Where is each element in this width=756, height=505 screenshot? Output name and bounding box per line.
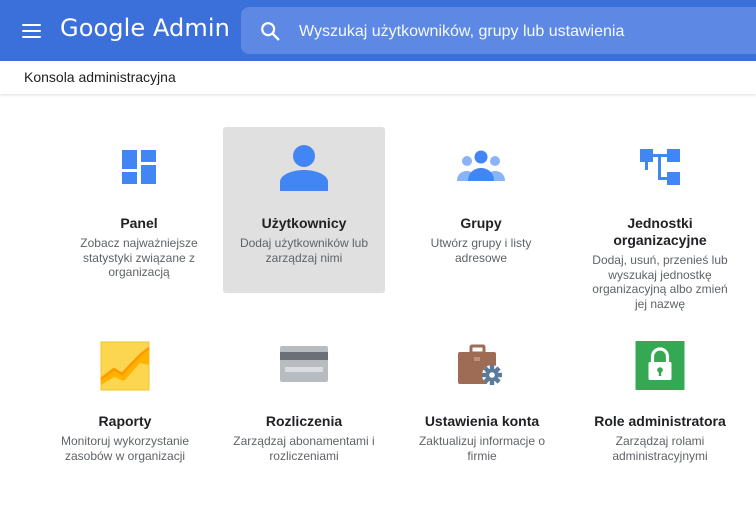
card-title: Panel — [120, 215, 158, 231]
main-menu-icon[interactable] — [16, 17, 44, 45]
card-reports[interactable]: Raporty Monitoruj wykorzystanie zasobów … — [44, 325, 206, 495]
card-description: Dodaj użytkowników lub zarządzaj nimi — [239, 236, 369, 265]
card-account-settings[interactable]: Ustawienia konta Zaktualizuj informacje … — [401, 325, 563, 495]
card-dashboard[interactable]: Panel Zobacz najważniejsze statystyki zw… — [58, 127, 220, 293]
lock-icon — [635, 341, 685, 390]
card-title: Ustawienia konta — [424, 413, 540, 429]
dashboard-icon — [122, 150, 156, 184]
card-groups[interactable]: Grupy Utwórz grupy i listy adresowe — [400, 127, 562, 293]
search-box[interactable] — [241, 7, 756, 56]
card-description: Zobacz najważniejsze statystyki związane… — [80, 236, 198, 279]
card-description: Zarządzaj abonamentami i rozliczeniami — [233, 434, 375, 463]
groups-icon — [457, 150, 505, 181]
card-description: Utwórz grupy i listy adresowe — [430, 236, 532, 265]
org-units-icon — [640, 149, 680, 185]
user-icon — [280, 145, 328, 191]
top-app-bar: Google Admin — [0, 0, 756, 61]
card-users[interactable]: Użytkownicy Dodaj użytkowników lub zarzą… — [223, 127, 385, 293]
breadcrumb: Konsola administracyjna — [24, 69, 176, 85]
card-title: Użytkownicy — [261, 215, 347, 231]
card-description: Monitoruj wykorzystanie zasobów w organi… — [60, 434, 190, 463]
briefcase-gear-icon — [458, 344, 502, 385]
google-admin-logo[interactable]: Google Admin — [60, 14, 230, 42]
card-title: Role administratora — [594, 413, 726, 429]
card-org-units[interactable]: Jednostki organizacyjne Dodaj, usuń, prz… — [579, 127, 741, 317]
reports-chart-icon — [100, 341, 150, 391]
card-billing[interactable]: Rozliczenia Zarządzaj abonamentami i roz… — [223, 325, 385, 495]
card-description: Dodaj, usuń, przenieś lub wyszukaj jedno… — [592, 253, 728, 311]
card-admin-roles[interactable]: Role administratora Zarządzaj rolami adm… — [579, 325, 741, 495]
search-input[interactable] — [297, 7, 756, 56]
card-description: Zaktualizuj informacje o firmie — [418, 434, 546, 463]
card-title: Jednostki organizacyjne — [613, 215, 707, 248]
credit-card-icon — [280, 346, 328, 382]
card-title: Rozliczenia — [265, 413, 343, 429]
breadcrumb-bar: Konsola administracyjna — [0, 61, 756, 94]
card-description: Zarządzaj rolami administracyjnymi — [612, 434, 708, 463]
card-title: Raporty — [98, 413, 152, 429]
card-title: Grupy — [460, 215, 502, 231]
search-icon[interactable] — [259, 20, 281, 42]
